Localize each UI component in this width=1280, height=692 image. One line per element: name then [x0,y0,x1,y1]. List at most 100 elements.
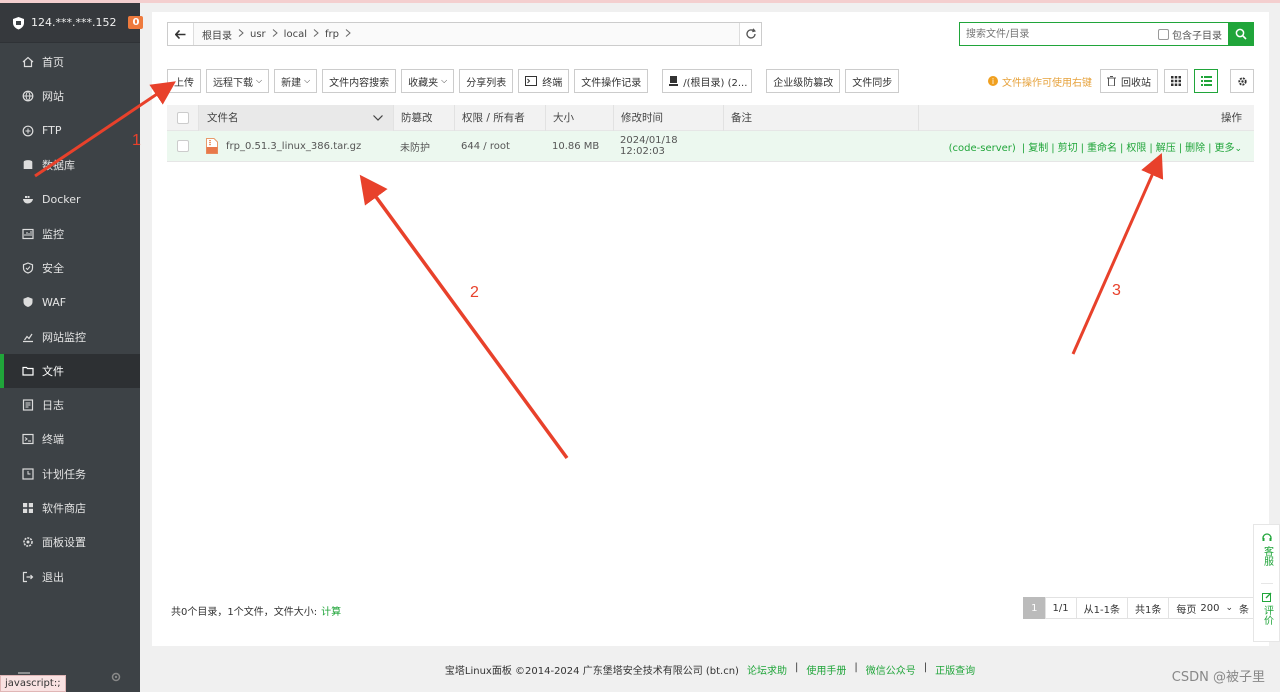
sidebar-item-database[interactable]: 数据库 [0,148,140,182]
operation-log-button[interactable]: 文件操作记录 [574,69,649,93]
annotation-1: 1 [132,132,141,149]
chevron-right-icon [238,28,244,40]
sidebar-item-label: 计划任务 [42,467,86,481]
more-link[interactable]: 更多 [1214,143,1234,154]
server-ip: 124.***.***.152 [31,16,117,29]
settings-button[interactable] [1230,69,1254,93]
sidebar-item-chart[interactable]: 网站监控 [0,319,140,353]
sidebar-item-waf[interactable]: WAF [0,285,140,319]
sidebar-item-store[interactable]: 软件商店 [0,491,140,525]
header-name[interactable]: 文件名 [198,104,393,131]
monitor-icon [22,228,34,240]
breadcrumb-item[interactable]: local [284,29,307,40]
shield-icon [22,262,34,274]
modified-time: 2024/01/18 12:02:03 [620,135,678,157]
server-header[interactable]: 124.***.***.152 0 [0,3,144,43]
review-button[interactable]: 评价 [1260,583,1273,641]
sidebar-item-logout[interactable]: 退出 [0,559,140,593]
chevron-down-icon[interactable] [373,112,383,124]
archive-file-icon [206,138,218,154]
chevron-right-icon [313,28,319,40]
remote-download-button[interactable]: 远程下载 ⌵ [206,69,270,93]
search-input[interactable] [960,23,1158,45]
sidebar-item-label: 日志 [42,399,64,413]
sidebar-menu: 首页 网站 FTP 数据库 Docker 监控 安全 WAF 网站监控文件日志终端计划任务软件商… [0,45,140,594]
favorites-button[interactable]: 收藏夹 ⌵ [401,69,455,93]
protect-status[interactable]: 未防护 [393,139,454,154]
row-checkbox[interactable] [176,140,189,152]
rename-link[interactable]: 重命名 [1087,143,1117,154]
cut-link[interactable]: 剪切 [1058,143,1078,154]
search-button[interactable] [1228,22,1254,46]
chevron-down-icon[interactable]: ⌄ [1234,144,1242,154]
sidebar-item-ftp[interactable]: FTP [0,114,140,148]
recycle-bin-button[interactable]: 回收站 [1100,69,1158,93]
table-header: 文件名 防篡改 权限 / 所有者 大小 修改时间 备注 操作 [167,104,1254,131]
new-button[interactable]: 新建 ⌵ [274,69,318,93]
breadcrumb-item[interactable]: usr [250,29,266,40]
sidebar-item-terminal[interactable]: 终端 [0,422,140,456]
sidebar-item-folder[interactable]: 文件 [0,353,140,389]
file-name[interactable]: frp_0.51.3_linux_386.tar.gz [226,141,361,152]
file-sync-button[interactable]: 文件同步 [845,69,900,93]
settings-gear-icon[interactable] [110,671,122,686]
notification-badge[interactable]: 0 [128,16,144,29]
sidebar-item-monitor[interactable]: 监控 [0,216,140,250]
upload-button[interactable]: 上传 [167,69,201,93]
select-all-checkbox[interactable] [176,111,189,124]
sidebar-item-clock[interactable]: 计划任务 [0,457,140,491]
perm-owner[interactable]: 644 / root [454,141,545,152]
list-view-button[interactable] [1194,69,1218,93]
sidebar-item-label: 文件 [42,364,64,378]
license-link[interactable]: 正版查询 [935,662,975,677]
terminal-icon [22,433,34,445]
sidebar-item-gear[interactable]: 面板设置 [0,525,140,559]
page-current[interactable]: 1 [1023,597,1046,619]
breadcrumb-item[interactable]: frp [325,29,339,40]
chevron-down-icon: ⌵ [256,76,263,85]
manual-link[interactable]: 使用手册 [806,662,846,677]
page-total: 共1条 [1126,597,1170,619]
search-icon [1235,28,1247,40]
disk-button[interactable]: /(根目录) (2... [662,69,753,93]
globe-icon [22,90,34,102]
include-subdir-box[interactable] [1158,28,1169,40]
code-server-link[interactable]: (code-server) [949,143,1016,154]
copy-link[interactable]: 复制 [1028,143,1048,154]
header-size[interactable]: 大小 [545,104,613,131]
content-search-button[interactable]: 文件内容搜索 [322,69,397,93]
table-row[interactable]: frp_0.51.3_linux_386.tar.gz 未防护 644 / ro… [167,131,1254,162]
customer-service-button[interactable]: 客服 [1261,525,1273,583]
chevron-right-icon [272,28,278,40]
delete-link[interactable]: 删除 [1185,143,1205,154]
sidebar-item-docker[interactable]: Docker [0,182,140,216]
header-modified[interactable]: 修改时间 [613,104,723,131]
breadcrumb-item[interactable]: 根目录 [202,27,232,42]
sidebar-item-label: WAF [42,295,67,309]
header-note: 备注 [723,104,918,131]
dir-summary: 共0个目录，1个文件，文件大小: 计算 [171,607,342,618]
back-button[interactable] [168,23,194,45]
sidebar-item-globe[interactable]: 网站 [0,79,140,113]
tamper-proof-button[interactable]: 企业级防篡改 [766,69,841,93]
refresh-button[interactable] [739,23,761,45]
include-subdir-checkbox[interactable]: 包含子目录 [1158,27,1222,42]
breadcrumb: 根目录 usr local frp [194,27,739,42]
sidebar-item-label: 面板设置 [42,536,86,550]
sidebar-item-shield[interactable]: 安全 [0,251,140,285]
info-icon: i [988,76,998,86]
chart-icon [22,331,34,343]
file-name-cell[interactable]: frp_0.51.3_linux_386.tar.gz [198,138,393,154]
per-page-select[interactable]: 每页 200 ⌄ 条 [1168,597,1254,619]
grid-view-button[interactable] [1164,69,1188,93]
forum-link[interactable]: 论坛求助 [747,662,787,677]
sidebar-item-log[interactable]: 日志 [0,388,140,422]
permission-link[interactable]: 权限 [1126,143,1146,154]
share-list-button[interactable]: 分享列表 [459,69,514,93]
wechat-link[interactable]: 微信公众号 [866,662,916,677]
page-footer: 宝塔Linux面板 ©2014-2024 广东堡塔安全技术有限公司 (bt.cn… [444,662,976,677]
extract-link[interactable]: 解压 [1156,143,1176,154]
terminal-button[interactable]: 终端 [518,69,570,93]
sidebar-item-home[interactable]: 首页 [0,45,140,79]
calculate-size-link[interactable]: 计算 [321,607,341,618]
